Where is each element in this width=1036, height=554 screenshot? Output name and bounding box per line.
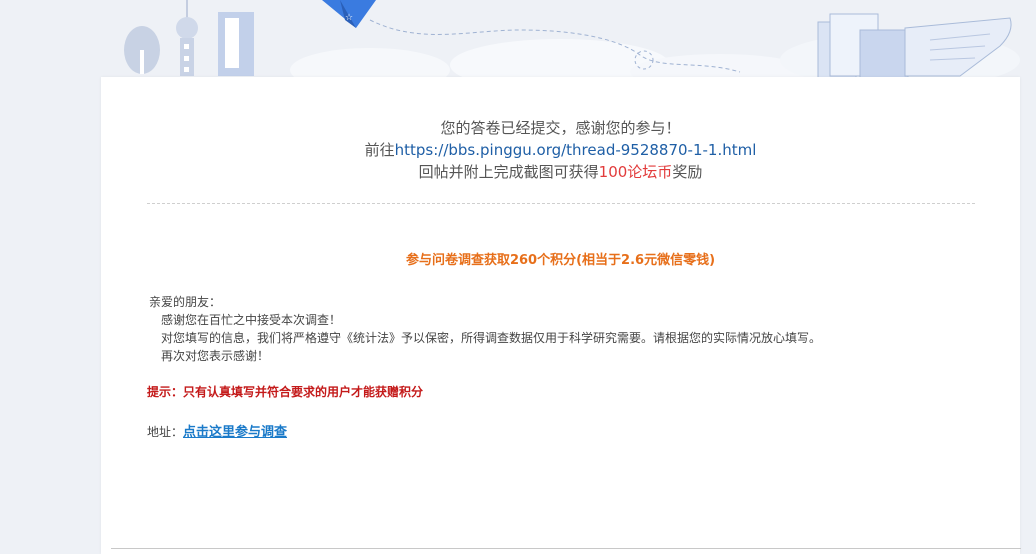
books-icon (817, 13, 909, 79)
header-illustration: ☆ (0, 0, 1036, 80)
svg-text:☆: ☆ (345, 13, 353, 23)
tower-icon (176, 0, 198, 76)
join-survey-link[interactable]: 点击这里参与调查 (183, 425, 287, 440)
notice-text: 提示：只有认真填写并符合要求的用户才能获赠积分 (147, 385, 424, 399)
thread-link[interactable]: https://bbs.pinggu.org/thread-9528870-1-… (395, 141, 757, 159)
reward-suffix: 奖励 (672, 163, 703, 181)
paper-plane-icon: ☆ (322, 0, 376, 28)
bottom-divider (111, 548, 1021, 549)
thanks-message: 您的答卷已经提交，感谢您的参与！ 前往https://bbs.pinggu.or… (101, 117, 1020, 183)
greeting: 亲爱的朋友： (149, 295, 222, 309)
goto-line: 前往https://bbs.pinggu.org/thread-9528870-… (101, 139, 1020, 161)
intro-paragraph-2: 对您填写的信息，我们将严格遵守《统计法》予以保密，所得调查数据仅用于科学研究需要… (161, 331, 822, 345)
survey-intro: 亲爱的朋友： 感谢您在百忙之中接受本次调查！ 对您填写的信息，我们将严格遵守《统… (149, 293, 949, 365)
submitted-text: 您的答卷已经提交，感谢您的参与！ (440, 119, 681, 137)
goto-prefix: 前往 (364, 141, 395, 159)
address-label: 地址： (147, 425, 184, 439)
dashed-divider (147, 203, 975, 204)
result-card: 您的答卷已经提交，感谢您的参与！ 前往https://bbs.pinggu.or… (101, 77, 1021, 554)
address-line: 地址：点击这里参与调查 (147, 421, 287, 440)
intro-paragraph-3: 再次对您表示感谢！ (161, 349, 270, 363)
reward-prefix: 回帖并附上完成截图可获得 (418, 163, 599, 181)
building-icon (218, 12, 254, 76)
reward-amount: 100论坛币 (598, 163, 673, 181)
tree-icon (124, 26, 160, 74)
reward-line: 回帖并附上完成截图可获得100论坛币奖励 (101, 161, 1020, 183)
header-illustration-svg: ☆ (124, 0, 1020, 80)
intro-paragraph-1: 感谢您在百忙之中接受本次调查！ (161, 313, 342, 327)
survey-headline: 参与问卷调查获取260个积分(相当于2.6元微信零钱) (405, 253, 716, 268)
